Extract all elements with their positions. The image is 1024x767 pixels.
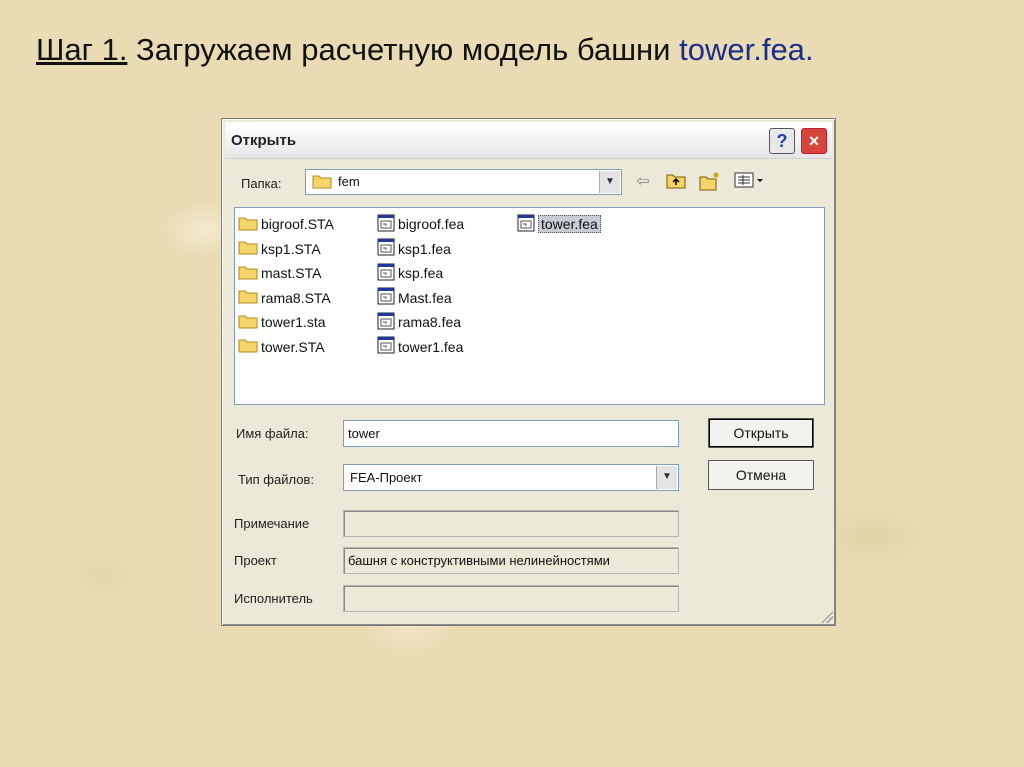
file-item[interactable]: tower1.fea xyxy=(377,335,464,360)
help-button[interactable]: ? xyxy=(769,128,795,154)
back-arrow-icon[interactable]: ⇦ xyxy=(632,171,654,193)
file-item[interactable]: ksp1.fea xyxy=(377,237,464,262)
folder-icon xyxy=(238,215,258,234)
file-item[interactable]: ksp.fea xyxy=(377,261,464,286)
file-name: ksp.fea xyxy=(398,265,444,282)
open-file-dialog: Открыть ? × Папка: fem ▼ ⇦ bigroof.STA ks… xyxy=(221,118,836,626)
note-label: Примечание xyxy=(234,516,310,531)
file-name: bigroof.STA xyxy=(261,216,334,233)
fea-file-icon xyxy=(377,263,395,284)
author-label: Исполнитель xyxy=(234,591,313,606)
folder-label: Папка: xyxy=(241,176,282,191)
project-label: Проект xyxy=(234,553,277,568)
file-name: mast.STA xyxy=(261,265,322,282)
fea-file-icon xyxy=(377,238,395,259)
folder-icon xyxy=(238,337,258,356)
file-item[interactable]: bigroof.fea xyxy=(377,212,464,237)
file-item[interactable]: Mast.fea xyxy=(377,286,464,311)
file-name: tower1.fea xyxy=(398,338,464,355)
folder-item[interactable]: tower1.sta xyxy=(238,310,334,335)
filename-label: Имя файла: xyxy=(236,426,309,441)
file-item[interactable]: rama8.fea xyxy=(377,310,464,335)
cancel-button[interactable]: Отмена xyxy=(708,460,814,490)
folder-icon xyxy=(238,264,258,283)
view-menu-icon[interactable] xyxy=(733,171,765,193)
step-label: Шаг 1. xyxy=(36,32,128,67)
chevron-down-icon[interactable]: ▼ xyxy=(656,466,677,489)
file-name: Mast.fea xyxy=(398,289,452,306)
file-list[interactable]: bigroof.STA ksp1.STA mast.STA rama8.STA towe… xyxy=(234,207,825,405)
folder-item[interactable]: tower.STA xyxy=(238,335,334,360)
step-filename: tower.fea xyxy=(679,32,805,67)
dialog-title: Открыть xyxy=(231,132,297,149)
author-field xyxy=(343,585,679,612)
chevron-down-icon[interactable]: ▼ xyxy=(599,171,620,193)
file-name: tower.fea xyxy=(538,215,601,234)
file-name: rama8.STA xyxy=(261,289,331,306)
step-text: Загружаем расчетную модель башни xyxy=(127,32,680,67)
file-item[interactable]: tower.fea xyxy=(517,212,601,237)
step-period: . xyxy=(804,32,814,67)
file-name: bigroof.fea xyxy=(398,216,465,233)
fea-column-2: tower.fea xyxy=(517,212,601,237)
filetype-label: Тип файлов: xyxy=(238,472,314,487)
folder-combo[interactable]: fem ▼ xyxy=(305,169,622,195)
folder-icon xyxy=(238,313,258,332)
project-field: башня с конструктивными нелинейностями xyxy=(343,547,679,574)
filetype-value: FEA-Проект xyxy=(350,470,423,485)
fea-file-icon xyxy=(377,336,395,357)
file-name: tower1.sta xyxy=(261,314,326,331)
folder-item[interactable]: ksp1.STA xyxy=(238,237,334,262)
file-name: rama8.fea xyxy=(398,314,462,331)
fea-file-icon xyxy=(377,287,395,308)
folder-column: bigroof.STA ksp1.STA mast.STA rama8.STA towe… xyxy=(238,212,334,359)
slide-title: Шаг 1. Загружаем расчетную модель башни … xyxy=(36,32,814,68)
fea-file-icon xyxy=(517,214,535,235)
folder-value: fem xyxy=(338,174,360,189)
fea-file-icon xyxy=(377,312,395,333)
note-field xyxy=(343,510,679,537)
open-button[interactable]: Открыть xyxy=(708,418,814,448)
file-name: ksp1.STA xyxy=(261,240,321,257)
up-folder-icon[interactable] xyxy=(665,171,687,193)
filetype-select[interactable]: FEA-Проект ▼ xyxy=(343,464,679,491)
fea-column-1: bigroof.fea ksp1.fea ksp.fea Mast.fea rama8.… xyxy=(377,212,464,359)
folder-item[interactable]: bigroof.STA xyxy=(238,212,334,237)
file-name: tower.STA xyxy=(261,338,325,355)
dialog-titlebar: Открыть ? × xyxy=(225,122,832,159)
folder-item[interactable]: mast.STA xyxy=(238,261,334,286)
file-name: ksp1.fea xyxy=(398,240,451,257)
fea-file-icon xyxy=(377,214,395,235)
resize-grip[interactable] xyxy=(821,611,833,623)
folder-icon xyxy=(238,239,258,258)
folder-icon xyxy=(312,173,332,192)
close-button[interactable]: × xyxy=(801,128,827,154)
new-folder-icon[interactable] xyxy=(699,171,721,193)
filename-input[interactable]: tower xyxy=(343,420,679,447)
folder-item[interactable]: rama8.STA xyxy=(238,286,334,311)
folder-icon xyxy=(238,288,258,307)
